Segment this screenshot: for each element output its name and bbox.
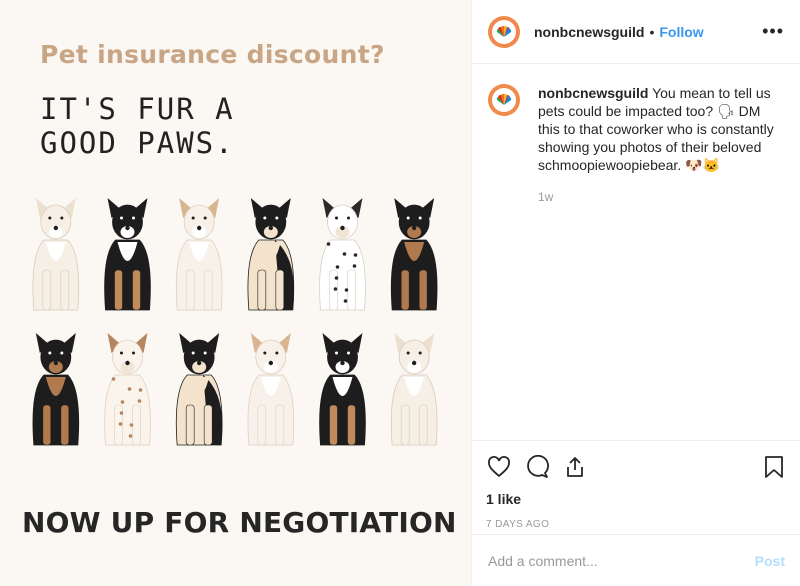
post-actions: 1 like 7 DAYS AGO xyxy=(472,440,800,530)
post-image: Pet insurance discount? IT'S FUR A GOOD … xyxy=(0,0,471,586)
dog-black-tan xyxy=(390,198,438,311)
post-header: nonbcnewsguild • Follow ••• xyxy=(472,0,800,64)
dog-black-cream xyxy=(175,333,223,446)
caption-body: nonbcnewsguild You mean to tell us pets … xyxy=(538,84,784,206)
dog-white-shaggy xyxy=(32,198,80,311)
caption-age[interactable]: 1w xyxy=(538,188,784,206)
nbc-peacock-icon xyxy=(492,88,516,112)
more-options-icon[interactable]: ••• xyxy=(762,21,784,42)
comments-section: nonbcnewsguild You mean to tell us pets … xyxy=(472,64,800,440)
dog-spotted-tan xyxy=(104,333,151,446)
nbc-peacock-icon xyxy=(492,19,516,44)
image-headline: IT'S FUR A GOOD PAWS. xyxy=(40,92,235,160)
heart-icon[interactable] xyxy=(486,454,512,480)
add-comment-bar: Post xyxy=(472,534,800,586)
dog-white-shaggy xyxy=(390,333,438,446)
dog-illustration-grid xyxy=(32,198,438,446)
avatar[interactable] xyxy=(488,15,520,48)
post-timestamp[interactable]: 7 DAYS AGO xyxy=(486,519,787,530)
dog-white-pointy xyxy=(247,333,295,446)
bookmark-icon[interactable] xyxy=(761,454,787,480)
header-separator: • xyxy=(649,23,655,40)
dog-black-cream xyxy=(247,198,295,311)
image-question: Pet insurance discount? xyxy=(40,40,385,69)
post-sidebar: nonbcnewsguild • Follow ••• nonbcnewsgui… xyxy=(471,0,800,586)
share-icon[interactable] xyxy=(562,454,588,480)
header-username[interactable]: nonbcnewsguild xyxy=(534,24,644,40)
action-icon-row xyxy=(486,453,787,481)
dog-tricolor xyxy=(104,198,151,311)
caption-avatar[interactable] xyxy=(488,84,520,116)
comment-input[interactable] xyxy=(488,552,755,569)
dog-dalmatian xyxy=(319,198,366,311)
caption-username[interactable]: nonbcnewsguild xyxy=(538,85,648,101)
dog-white-pointy xyxy=(175,198,223,311)
dog-tricolor xyxy=(319,333,366,446)
follow-button[interactable]: Follow xyxy=(659,24,703,40)
likes-count[interactable]: 1 like xyxy=(486,491,787,507)
caption-row: nonbcnewsguild You mean to tell us pets … xyxy=(488,84,784,206)
dog-black-tan xyxy=(32,333,80,446)
post-comment-button[interactable]: Post xyxy=(755,553,785,569)
image-bottom-text: NOW UP FOR NEGOTIATION xyxy=(22,506,457,539)
comment-icon[interactable] xyxy=(524,454,550,480)
